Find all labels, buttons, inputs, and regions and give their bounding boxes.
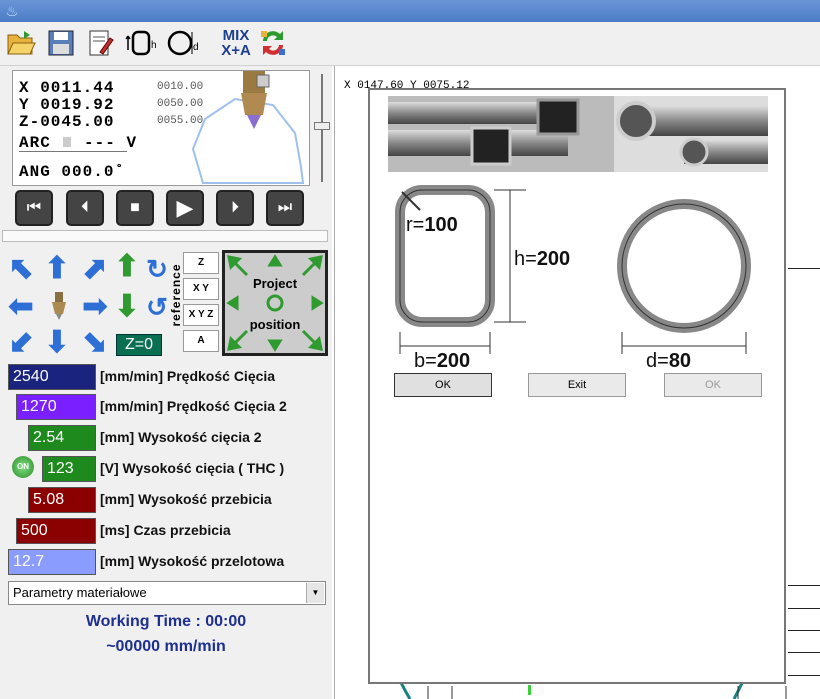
jog-down-right-icon[interactable]: ⬊ (78, 326, 112, 360)
jog-down-icon[interactable]: ⬇ (40, 326, 74, 360)
svg-text:d: d (193, 42, 199, 53)
ref-xy-button[interactable]: X Y (183, 278, 219, 300)
jog-right-icon[interactable]: ➡ (78, 290, 112, 324)
reference-label: reference (169, 250, 183, 350)
jog-up-right-icon[interactable]: ⬈ (78, 252, 112, 286)
param-value[interactable]: 2540 (8, 364, 96, 390)
param-value[interactable]: 1270 (16, 394, 96, 420)
title-bar: ♨ (0, 0, 820, 22)
ref-z-button[interactable]: Z (183, 252, 219, 274)
play-icon[interactable]: ▶ (166, 190, 204, 226)
param-row-pierce-height: 5.08 [mm] Wysokość przebicia (0, 485, 332, 513)
jog-up-icon[interactable]: ⬆ (40, 252, 74, 286)
jog-up-left-icon[interactable]: ⬉ (4, 252, 38, 286)
material-params-value: Parametry materiałowe (13, 585, 147, 600)
ok-button-rect[interactable]: OK (394, 373, 492, 397)
step-forward-icon[interactable]: ⏵ (216, 190, 254, 226)
position-readout: X 0011.44 Y 0019.92 Z-0045.00 0010.00 00… (12, 70, 310, 186)
param-row-travel-height: 12.7 [mm] Wysokość przelotowa (0, 547, 332, 575)
width-label: b=200 (414, 350, 471, 372)
thc-toggle-button[interactable]: ON (12, 456, 34, 478)
x-readout: X 0011.44 (19, 79, 115, 97)
param-label: [V] Wysokość cięcia ( THC ) (100, 460, 285, 476)
param-label: [mm] Wysokość przebicia (100, 491, 272, 507)
project-position-button[interactable]: Project position (222, 250, 328, 356)
material-params-select[interactable]: Parametry materiałowe ▼ (8, 581, 326, 605)
torch-icon (191, 71, 305, 184)
param-label: [mm] Wysokość cięcia 2 (100, 429, 262, 445)
height-gauge-icon[interactable]: h (124, 26, 158, 60)
z-up-icon[interactable]: ⬆ (110, 250, 144, 284)
speed-readout: ~00000 mm/min (106, 638, 226, 655)
arc-label: ARC --- V (19, 134, 137, 152)
z-zero-button[interactable]: Z=0 (116, 334, 162, 356)
jog-left-icon[interactable]: ⬅ (4, 290, 38, 324)
mix-label-bottom: X+A (221, 42, 251, 59)
arc-value: --- V (84, 134, 138, 152)
param-row-cut-speed: 2540 [mm/min] Prędkość Cięcia (0, 362, 332, 390)
z-down-icon[interactable]: ⬇ (110, 290, 144, 324)
diameter-label: d=80 (646, 350, 692, 372)
param-value[interactable]: 12.7 (8, 549, 96, 575)
param-value[interactable]: 5.08 (28, 487, 96, 513)
param-value[interactable]: 2.54 (28, 425, 96, 451)
ref-a-button[interactable]: A (183, 330, 219, 352)
slider-thumb[interactable] (314, 122, 330, 130)
stop-icon[interactable]: ■ (116, 190, 154, 226)
exit-button[interactable]: Exit (528, 373, 626, 397)
chevron-down-icon[interactable]: ▼ (306, 583, 324, 603)
width-value: 200 (436, 350, 471, 372)
radius-value: 100 (424, 214, 458, 236)
save-icon[interactable] (44, 26, 78, 60)
rewind-start-icon[interactable]: ⏮ (15, 190, 53, 226)
edit-document-icon[interactable] (84, 26, 118, 60)
open-folder-icon[interactable] (4, 26, 38, 60)
profile-photo (388, 96, 768, 172)
param-row-pierce-time: 500 [ms] Czas przebicia (0, 516, 332, 544)
ok-button-round[interactable]: OK (664, 373, 762, 397)
progress-bar (2, 230, 328, 242)
toolbar: h d MIX X+A (0, 22, 820, 66)
param-label: [mm/min] Prędkość Cięcia (100, 368, 276, 384)
z-readout: Z-0045.00 (19, 113, 115, 131)
jog-down-left-icon[interactable]: ⬋ (4, 326, 38, 360)
project-label: Project (252, 276, 298, 291)
reference-vertical-text: reference (169, 263, 183, 327)
param-value[interactable]: 500 (16, 518, 96, 544)
param-label: [mm/min] Prędkość Cięcia 2 (100, 398, 287, 414)
param-row-cut-speed-2: 1270 [mm/min] Prędkość Cięcia 2 (0, 392, 332, 420)
height-value: 200 (536, 248, 571, 270)
radius-label: r=100 (406, 214, 458, 236)
y-readout: Y 0019.92 (19, 96, 115, 114)
torch-center-icon (42, 290, 76, 324)
param-row-thc: 123 [V] Wysokość cięcia ( THC ) (0, 454, 332, 482)
working-time: Working Time : 00:00 (85, 613, 247, 630)
mix-label-top: MIX (222, 27, 250, 44)
param-label: [ms] Czas przebicia (100, 522, 231, 538)
profile-diagram (395, 185, 751, 354)
step-back-icon[interactable]: ⏴ (66, 190, 104, 226)
arc-label-text: ARC (19, 134, 51, 152)
param-value[interactable]: 123 (42, 456, 96, 482)
param-row-cut-height-2: 2.54 [mm] Wysokość cięcia 2 (0, 423, 332, 451)
fast-forward-icon[interactable]: ⏭ (266, 190, 304, 226)
ref-xyz-button[interactable]: X Y Z (183, 304, 219, 326)
refresh-icon[interactable] (256, 26, 290, 60)
vertical-slider[interactable] (314, 70, 330, 186)
diameter-icon[interactable]: d (166, 26, 200, 60)
app-icon[interactable]: ♨ (4, 3, 20, 19)
position-label: position (249, 317, 301, 332)
mix-button[interactable]: MIX X+A (216, 26, 256, 60)
svg-text:h: h (151, 40, 157, 51)
param-label: [mm] Wysokość przelotowa (100, 553, 285, 569)
diameter-value: 80 (668, 350, 692, 372)
height-label: h=200 (514, 248, 571, 270)
angle-readout: ANG 000.0˚ (19, 163, 126, 181)
